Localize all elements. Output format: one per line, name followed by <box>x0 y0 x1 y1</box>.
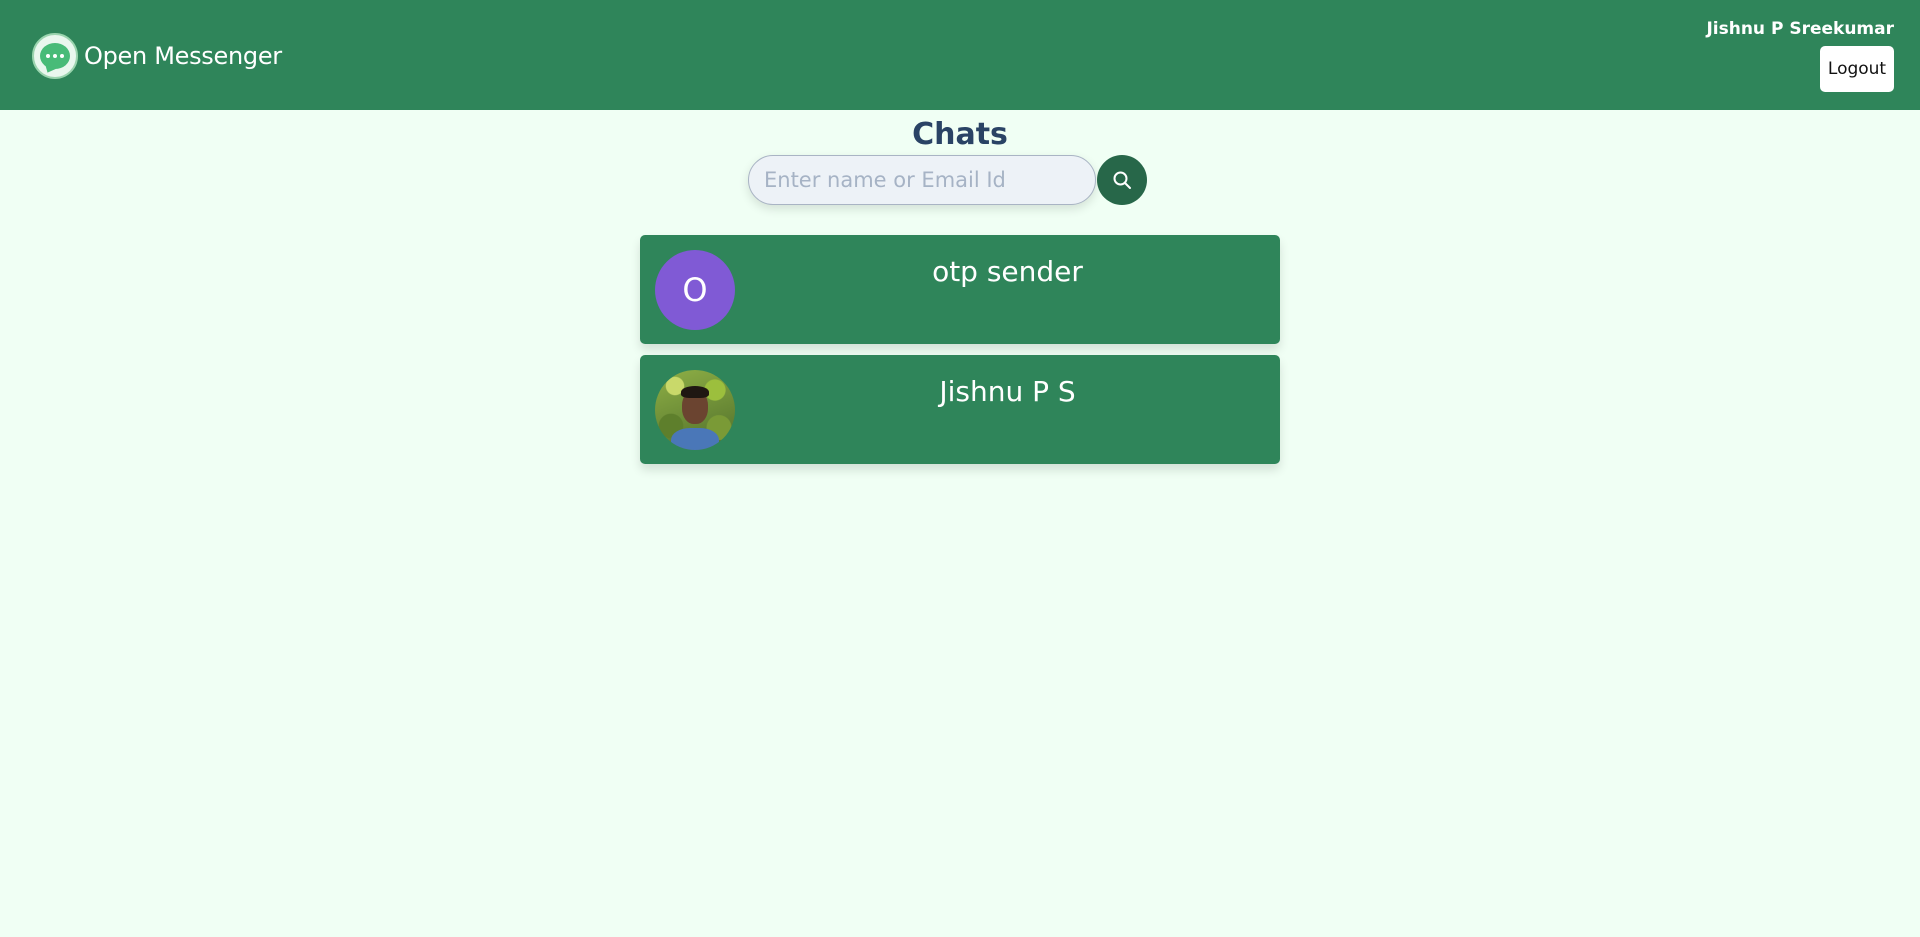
chat-name: otp sender <box>932 255 1083 288</box>
page-title: Chats <box>912 117 1008 152</box>
chat-bubble-icon <box>32 33 78 79</box>
search-icon <box>1113 171 1131 189</box>
top-navbar: Open Messenger Jishnu P Sreekumar Logout <box>0 0 1920 110</box>
current-user-name: Jishnu P Sreekumar <box>1706 19 1894 39</box>
chat-name: Jishnu P S <box>939 375 1076 408</box>
brand[interactable]: Open Messenger <box>32 33 282 79</box>
search-input[interactable] <box>748 155 1096 205</box>
app-title: Open Messenger <box>84 42 282 70</box>
chat-item[interactable]: O otp sender <box>640 235 1280 344</box>
avatar: O <box>655 250 735 330</box>
search-button[interactable] <box>1097 155 1147 205</box>
chat-list: O otp sender Jishnu P S <box>640 235 1280 475</box>
avatar <box>655 370 735 450</box>
logout-button[interactable]: Logout <box>1820 46 1894 92</box>
avatar-initial: O <box>682 271 708 309</box>
chat-item[interactable]: Jishnu P S <box>640 355 1280 464</box>
